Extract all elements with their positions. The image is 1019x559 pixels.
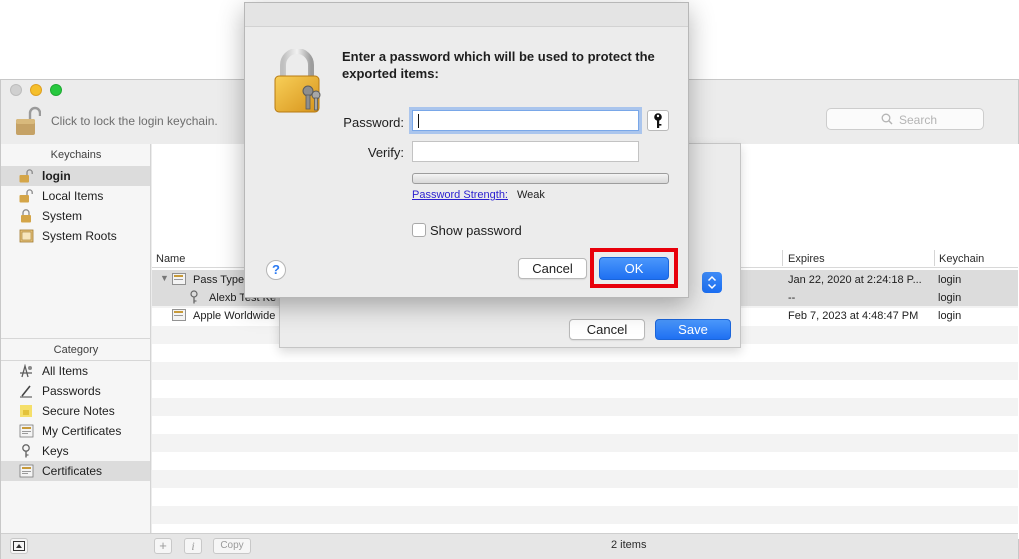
sidebar-item-label: Keys — [42, 444, 69, 458]
column-divider — [782, 250, 783, 266]
row-name: Apple Worldwide — [193, 310, 276, 322]
sidebar-item-label: My Certificates — [42, 424, 122, 438]
unlocked-padlock-icon — [19, 169, 33, 183]
category-header: Category — [53, 344, 99, 356]
unlocked-padlock-icon[interactable] — [15, 106, 42, 136]
table-row-stripe — [152, 452, 1018, 470]
toggle-sidebar-button[interactable] — [10, 538, 28, 554]
format-popup-stepper[interactable] — [702, 272, 722, 293]
sidebar-item-label: All Items — [42, 364, 89, 378]
sidebar-item-my-certificates[interactable]: My Certificates — [1, 421, 150, 441]
certificate-icon — [172, 309, 186, 321]
pen-icon — [20, 385, 32, 398]
certificate-icon — [172, 273, 186, 285]
lock-keychain-label[interactable]: Click to lock the login keychain. — [51, 114, 218, 128]
table-row-stripe — [152, 398, 1018, 416]
all-items-icon — [20, 364, 32, 378]
search-placeholder: Search — [899, 113, 938, 127]
verify-label: Verify: — [367, 145, 404, 160]
sidebar-item-keys[interactable]: Keys — [1, 441, 150, 461]
password-field[interactable] — [412, 110, 639, 131]
sidebar-item-label: Certificates — [42, 464, 103, 478]
certificate-icon — [19, 464, 34, 478]
sheet-cancel-button[interactable]: Cancel — [569, 319, 645, 340]
key-icon — [654, 113, 662, 128]
keychain-lock-icon — [274, 48, 324, 113]
sidebar-item-label: Passwords — [42, 384, 101, 398]
password-strength-link[interactable]: Password Strength: — [412, 189, 508, 201]
sidebar: Keychains login Local Items System Syste… — [1, 144, 151, 539]
sidebar-item-label: Local Items — [42, 189, 104, 203]
note-icon — [20, 405, 32, 417]
get-info-button[interactable]: i — [184, 538, 202, 554]
key-icon — [190, 290, 198, 304]
dialog-titlebar — [245, 3, 688, 27]
sidebar-item-local-items[interactable]: Local Items — [1, 186, 150, 206]
sidebar-item-label: Secure Notes — [42, 404, 115, 418]
sidebar-item-passwords[interactable]: Passwords — [1, 381, 150, 401]
chevron-updown-icon — [707, 275, 717, 290]
save-button[interactable]: Save — [655, 319, 731, 340]
password-label: Password: — [343, 115, 404, 130]
dialog-cancel-button[interactable]: Cancel — [518, 258, 587, 279]
search-field[interactable]: Search — [826, 108, 984, 130]
disclosure-triangle-icon[interactable]: ▼ — [160, 273, 169, 283]
ok-highlight-box — [590, 248, 678, 288]
table-row-stripe — [152, 380, 1018, 398]
sidebar-item-system-roots[interactable]: System Roots — [1, 226, 150, 246]
row-keychain: login — [938, 274, 962, 286]
sidebar-item-certificates[interactable]: Certificates — [1, 461, 150, 481]
table-row-stripe — [152, 488, 1018, 506]
unlocked-padlock-icon — [19, 189, 33, 203]
key-icon — [22, 444, 30, 458]
table-row-stripe — [152, 362, 1018, 380]
show-password-label[interactable]: Show password — [430, 223, 522, 238]
sidebar-item-label: login — [42, 169, 71, 183]
sidebar-divider — [1, 338, 151, 339]
copy-button[interactable]: Copy — [213, 538, 251, 554]
minimize-window-button[interactable] — [30, 84, 42, 96]
password-strength-meter — [412, 173, 669, 184]
sidebar-icon — [13, 541, 25, 551]
column-divider — [934, 250, 935, 266]
add-item-button[interactable]: + — [154, 538, 172, 554]
password-strength-value: Weak — [517, 189, 545, 201]
row-name: Pass Type — [193, 274, 245, 286]
cabinet-icon — [19, 229, 34, 243]
locked-padlock-icon — [21, 209, 31, 223]
table-row-stripe — [152, 506, 1018, 524]
export-password-dialog: Enter a password which will be used to p… — [244, 2, 689, 298]
verify-field[interactable] — [412, 141, 639, 162]
password-assistant-button[interactable] — [647, 110, 669, 131]
certificate-icon — [19, 424, 34, 438]
row-expires: Jan 22, 2020 at 2:24:18 P... — [788, 274, 922, 286]
row-keychain: login — [938, 292, 962, 304]
sidebar-item-all-items[interactable]: All Items — [1, 361, 150, 381]
text-caret — [418, 114, 419, 128]
row-expires: Feb 7, 2023 at 4:48:47 PM — [788, 310, 919, 322]
item-count: 2 items — [611, 539, 647, 551]
table-row-stripe — [152, 434, 1018, 452]
close-window-button[interactable] — [10, 84, 22, 96]
zoom-window-button[interactable] — [50, 84, 62, 96]
show-password-checkbox[interactable] — [412, 223, 426, 237]
sidebar-item-login[interactable]: login — [1, 166, 150, 186]
table-row-stripe — [152, 416, 1018, 434]
table-row-stripe — [152, 470, 1018, 488]
keychains-header: Keychains — [50, 149, 102, 161]
magnifier-icon — [881, 113, 893, 125]
dialog-message: Enter a password which will be used to p… — [342, 49, 655, 81]
status-bar: + i Copy 2 items — [1, 533, 1018, 559]
sidebar-item-system[interactable]: System — [1, 206, 150, 226]
help-button[interactable]: ? — [266, 260, 286, 280]
sidebar-item-label: System — [42, 209, 83, 223]
sidebar-item-secure-notes[interactable]: Secure Notes — [1, 401, 150, 421]
row-keychain: login — [938, 310, 962, 322]
sidebar-item-label: System Roots — [42, 229, 117, 243]
row-expires: -- — [788, 292, 796, 304]
